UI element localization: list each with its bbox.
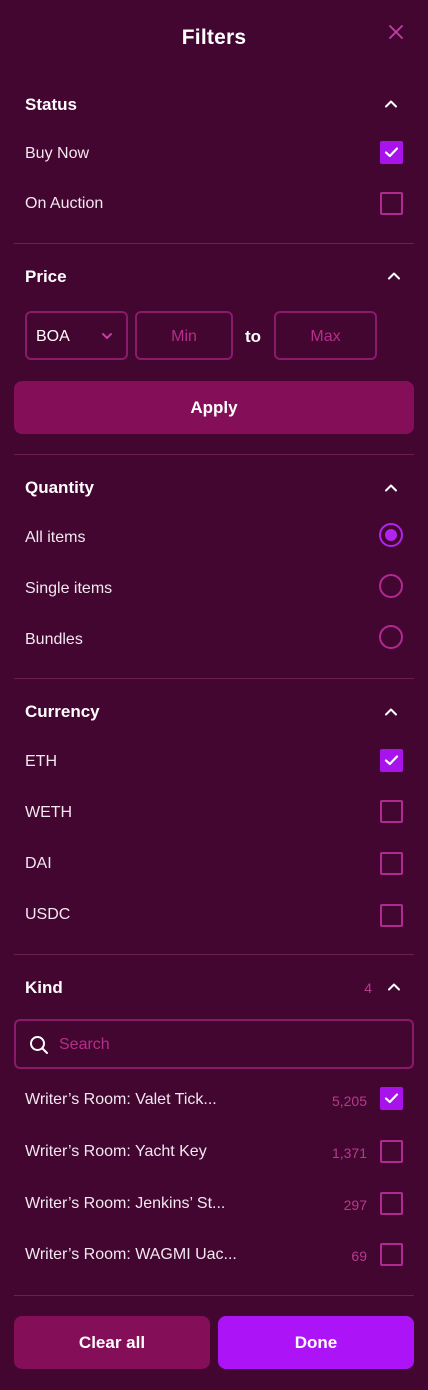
quantity-section-title: Quantity	[25, 478, 94, 497]
status-option-label: Buy Now	[25, 145, 90, 162]
chevron-up-icon[interactable]	[386, 979, 402, 995]
to-label: to	[245, 327, 262, 346]
bundles-radio[interactable]	[379, 625, 403, 649]
kind-item-label: Writer’s Room: WAGMI Uac...	[25, 1246, 237, 1263]
kind-item-label: Writer’s Room: Jenkins’ St...	[25, 1195, 226, 1212]
divider	[14, 954, 414, 955]
done-button[interactable]: Done	[218, 1316, 414, 1369]
price-section-title: Price	[25, 267, 67, 286]
search-placeholder: Search	[59, 1036, 110, 1053]
max-price-input[interactable]: Max	[274, 311, 377, 360]
weth-checkbox[interactable]	[380, 800, 403, 823]
currency-option-label: USDC	[25, 906, 71, 923]
checkmark-icon	[384, 147, 399, 158]
quantity-option-label: All items	[25, 529, 86, 546]
kind-item-count: 1,371	[331, 1145, 367, 1161]
min-price-placeholder: Min	[171, 328, 197, 345]
max-price-placeholder: Max	[310, 328, 341, 345]
page-title: Filters	[181, 26, 247, 49]
status-section-title: Status	[25, 95, 77, 114]
min-price-input[interactable]: Min	[135, 311, 233, 360]
checkmark-icon	[384, 755, 399, 766]
kind-search-input[interactable]: Search	[14, 1019, 414, 1069]
kind-section-title: Kind	[25, 978, 63, 997]
apply-button[interactable]: Apply	[14, 381, 414, 434]
kind-item-count: 297	[343, 1197, 367, 1213]
divider	[14, 1295, 414, 1296]
kind-item-checkbox[interactable]	[380, 1243, 403, 1266]
eth-checkbox[interactable]	[380, 749, 403, 772]
kind-item-checkbox[interactable]	[380, 1192, 403, 1215]
currency-option-label: WETH	[25, 804, 73, 821]
kind-item-label: Writer’s Room: Yacht Key	[25, 1143, 207, 1160]
kind-selected-count: 4	[364, 980, 372, 996]
kind-item-label: Writer’s Room: Valet Tick...	[25, 1091, 217, 1108]
currency-select[interactable]: BOA	[25, 311, 128, 360]
chevron-up-icon[interactable]	[383, 704, 399, 720]
buy-now-checkbox[interactable]	[380, 141, 403, 164]
close-icon[interactable]	[386, 22, 406, 42]
chevron-up-icon[interactable]	[386, 268, 402, 284]
status-option-label: On Auction	[25, 195, 104, 212]
checkmark-icon	[384, 1093, 399, 1104]
chevron-down-icon	[100, 329, 114, 343]
kind-item-count: 5,205	[331, 1093, 367, 1109]
chevron-up-icon[interactable]	[383, 480, 399, 496]
divider	[14, 243, 414, 244]
all-items-radio[interactable]	[379, 523, 403, 547]
divider	[14, 454, 414, 455]
divider	[14, 678, 414, 679]
on-auction-checkbox[interactable]	[380, 192, 403, 215]
currency-select-value: BOA	[36, 328, 70, 345]
kind-item-checkbox[interactable]	[380, 1087, 403, 1110]
currency-option-label: ETH	[25, 753, 57, 770]
quantity-option-label: Bundles	[25, 631, 83, 648]
currency-option-label: DAI	[25, 855, 52, 872]
chevron-up-icon[interactable]	[383, 96, 399, 112]
kind-item-count: 69	[351, 1248, 367, 1264]
single-items-radio[interactable]	[379, 574, 403, 598]
kind-item-checkbox[interactable]	[380, 1140, 403, 1163]
quantity-option-label: Single items	[25, 580, 113, 597]
clear-all-button[interactable]: Clear all	[14, 1316, 210, 1369]
currency-section-title: Currency	[25, 702, 100, 721]
dai-checkbox[interactable]	[380, 852, 403, 875]
search-icon	[29, 1035, 49, 1055]
usdc-checkbox[interactable]	[380, 904, 403, 927]
